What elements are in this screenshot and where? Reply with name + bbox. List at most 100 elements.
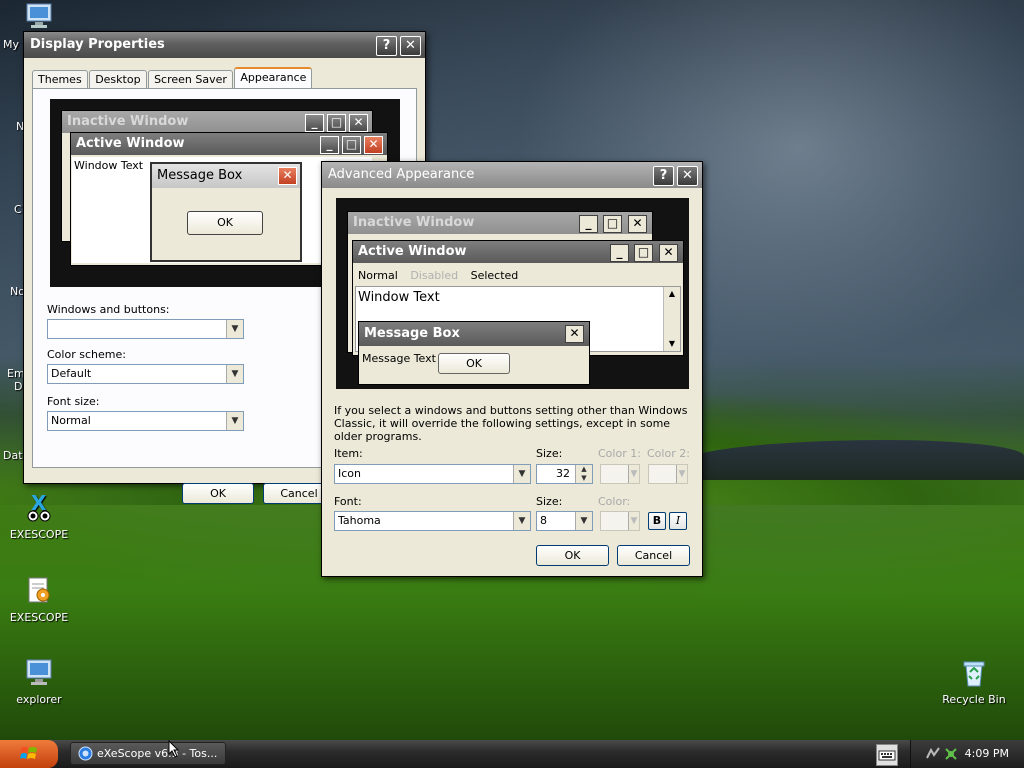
- desktop-edge-label: Dat: [3, 449, 23, 462]
- minimize-icon: _: [610, 244, 629, 262]
- network-icon[interactable]: [925, 746, 941, 762]
- spinner-arrows-icon[interactable]: ▲ ▼: [575, 465, 592, 483]
- desktop-icon-explorer[interactable]: explorer: [1, 657, 77, 706]
- adv-preview-active-title: Active Window: [358, 244, 467, 259]
- close-icon: ✕: [364, 136, 383, 154]
- desktop-edge-label: My: [3, 38, 20, 51]
- font-size-dropdown[interactable]: Normal ▼: [47, 411, 244, 431]
- clock[interactable]: 4:09 PM: [965, 740, 1009, 768]
- size-spinner[interactable]: 32 ▲ ▼: [536, 464, 593, 484]
- maximize-icon: □: [327, 114, 346, 132]
- adv-preview-inactive-title: Inactive Window: [353, 215, 475, 230]
- desktop-icon-label: Recycle Bin: [942, 693, 1006, 706]
- window-title: Display Properties: [30, 37, 165, 52]
- taskbar-button-exescope[interactable]: eXeScope v6.3 - Tos...: [70, 742, 226, 765]
- chevron-down-icon: ▼: [628, 512, 639, 530]
- desktop-icon-recycle-bin[interactable]: Recycle Bin: [936, 657, 1012, 706]
- preview-ok-button: OK: [187, 211, 263, 235]
- cancel-button[interactable]: Cancel: [617, 545, 690, 566]
- mouse-cursor-icon: [168, 740, 180, 758]
- chevron-down-icon: ▼: [513, 512, 530, 530]
- keyboard-icon[interactable]: [876, 744, 898, 766]
- ok-button[interactable]: OK: [536, 545, 609, 566]
- my-computer-icon[interactable]: [24, 2, 54, 30]
- advanced-appearance-titlebar[interactable]: Advanced Appearance ? ✕: [322, 162, 702, 188]
- window-title: Advanced Appearance: [328, 167, 475, 182]
- document-gear-icon: [23, 575, 55, 607]
- close-icon: ✕: [659, 244, 678, 262]
- menu-selected: Selected: [470, 269, 519, 282]
- desktop-icon-exescope-1[interactable]: X EXESCOPE: [1, 491, 77, 541]
- tab-desktop[interactable]: Desktop: [89, 70, 147, 89]
- adv-preview-message-text: Message Text: [362, 352, 436, 365]
- color1-label: Color 1:: [598, 447, 641, 460]
- taskbar-button-label: eXeScope v6.3 - Tos...: [97, 747, 218, 760]
- scroll-down-icon: ▼: [668, 339, 676, 348]
- font-size-value: Normal: [51, 414, 91, 427]
- chevron-down-icon: ▼: [226, 412, 243, 430]
- font-size-label: Font size:: [47, 395, 100, 408]
- font-value: Tahoma: [338, 514, 381, 527]
- maximize-icon: □: [342, 136, 361, 154]
- exescope-icon: X: [23, 491, 55, 524]
- chevron-down-icon: ▼: [676, 465, 687, 483]
- close-button[interactable]: ✕: [400, 36, 421, 56]
- bold-button[interactable]: B: [648, 512, 666, 530]
- item-value: Icon: [338, 467, 361, 480]
- chevron-down-icon: ▼: [226, 365, 243, 383]
- font-dropdown[interactable]: Tahoma ▼: [334, 511, 531, 531]
- tab-strip: Themes Desktop Screen Saver Appearance: [32, 66, 313, 90]
- item-label: Item:: [334, 447, 363, 460]
- security-icon[interactable]: [943, 746, 959, 762]
- color-scheme-value: Default: [51, 367, 92, 380]
- font-color-picker[interactable]: ▼: [600, 511, 640, 531]
- font-size-label: Size:: [536, 495, 563, 508]
- desktop-icon-label: explorer: [16, 693, 62, 706]
- desktop-edge-label: D: [14, 380, 23, 393]
- windows-buttons-dropdown[interactable]: ▼: [47, 319, 244, 339]
- adv-preview-message-box-titlebar: Message Box ✕: [359, 322, 589, 346]
- color-scheme-label: Color scheme:: [47, 348, 126, 361]
- advanced-appearance-window: Advanced Appearance ? ✕ Inactive Window …: [321, 161, 703, 577]
- preview-active-title: Active Window: [76, 136, 185, 151]
- adv-preview-ok-button: OK: [438, 353, 510, 374]
- adv-preview-message-box: Message Box ✕ Message Text OK: [358, 321, 590, 385]
- display-properties-titlebar[interactable]: Display Properties ? ✕: [24, 32, 425, 58]
- maximize-icon: □: [603, 215, 622, 233]
- help-button[interactable]: ?: [376, 36, 397, 56]
- close-icon: ✕: [349, 114, 368, 132]
- color1-picker[interactable]: ▼: [600, 464, 640, 484]
- minimize-icon: _: [305, 114, 324, 132]
- italic-button[interactable]: I: [669, 512, 687, 530]
- item-dropdown[interactable]: Icon ▼: [334, 464, 531, 484]
- font-size-dropdown[interactable]: 8 ▼: [536, 511, 593, 531]
- menu-normal: Normal: [358, 269, 398, 282]
- advanced-preview: Inactive Window _ □ ✕ Active Window _ □ …: [336, 198, 689, 389]
- system-tray: 4:09 PM: [910, 740, 1024, 768]
- adv-preview-inactive-titlebar: Inactive Window _ □ ✕: [348, 212, 652, 234]
- adv-preview-menu-bar: Normal Disabled Selected: [358, 269, 518, 282]
- preview-message-box: Message Box ✕ OK: [150, 162, 302, 262]
- tab-screen-saver[interactable]: Screen Saver: [148, 70, 233, 89]
- preview-inactive-titlebar: Inactive Window _ □ ✕: [62, 111, 372, 133]
- tab-appearance[interactable]: Appearance: [234, 67, 313, 90]
- tab-themes[interactable]: Themes: [32, 70, 88, 89]
- chevron-down-icon: ▼: [575, 512, 592, 530]
- start-button[interactable]: [0, 740, 58, 768]
- desktop-icon-label: EXESCOPE: [9, 611, 69, 624]
- scroll-up-icon: ▲: [668, 289, 676, 298]
- help-button[interactable]: ?: [653, 166, 674, 186]
- ok-button[interactable]: OK: [182, 483, 254, 504]
- color2-picker[interactable]: ▼: [648, 464, 688, 484]
- desktop-icon-exescope-2[interactable]: EXESCOPE: [1, 575, 77, 624]
- override-info-text: If you select a windows and buttons sett…: [334, 404, 688, 443]
- adv-preview-scrollbar: ▲ ▼: [663, 287, 680, 351]
- windows-logo-icon: [20, 747, 37, 759]
- close-button[interactable]: ✕: [677, 166, 698, 186]
- chevron-down-icon: ▼: [628, 465, 639, 483]
- maximize-icon: □: [634, 244, 653, 262]
- close-icon: ✕: [628, 215, 647, 233]
- color-scheme-dropdown[interactable]: Default ▼: [47, 364, 244, 384]
- preview-window-text: Window Text: [74, 159, 144, 172]
- font-color-label: Color:: [598, 495, 631, 508]
